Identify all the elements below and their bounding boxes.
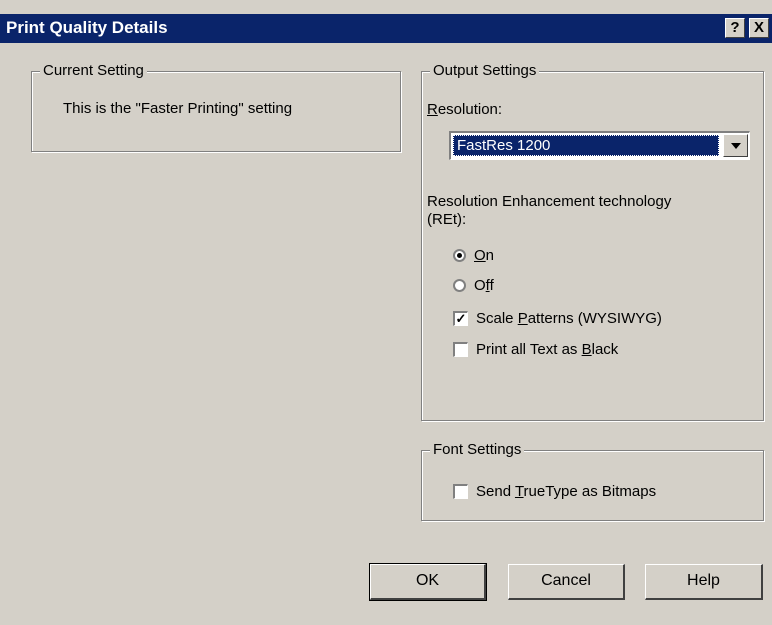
- scale-patterns-pre: Scale: [476, 310, 518, 327]
- output-settings-group: Output Settings: [421, 62, 764, 421]
- ret-on-accel: O: [474, 247, 486, 264]
- send-truetype-rest: rueType as Bitmaps: [523, 483, 657, 500]
- print-black-rest: lack: [591, 341, 619, 358]
- resolution-label-accel: R: [427, 101, 438, 118]
- send-truetype-pre: Send: [476, 483, 515, 500]
- ret-off-radio[interactable]: [453, 279, 466, 292]
- print-black-accel: B: [581, 341, 592, 358]
- ret-label-line2: (REt):: [427, 211, 467, 228]
- resolution-label-rest: esolution:: [437, 101, 503, 118]
- current-setting-group: Current Setting This is the "Faster Prin…: [31, 62, 401, 152]
- print-black-pre: Print all Text as: [476, 341, 582, 358]
- ret-label-line1: Resolution Enhancement technology: [427, 193, 672, 210]
- ok-button[interactable]: OK: [369, 563, 487, 601]
- ret-on-radio[interactable]: [453, 249, 466, 262]
- ret-on-label[interactable]: On: [474, 247, 494, 264]
- scale-patterns-rest: atterns (WYSIWYG): [527, 310, 662, 327]
- help-button[interactable]: Help: [645, 564, 763, 600]
- scale-patterns-accel: P: [517, 310, 528, 327]
- print-quality-dialog: Print Quality Details ? X Current Settin…: [0, 0, 772, 625]
- ret-off-label[interactable]: Off: [474, 277, 494, 294]
- current-setting-text: This is the "Faster Printing" setting: [63, 100, 293, 117]
- print-black-label[interactable]: Print all Text as Black: [476, 341, 618, 358]
- scale-patterns-label[interactable]: Scale Patterns (WYSIWYG): [476, 310, 662, 327]
- font-settings-legend: Font Settings: [430, 441, 525, 458]
- current-setting-legend: Current Setting: [40, 62, 147, 79]
- resolution-selected-value: FastRes 1200: [453, 135, 719, 156]
- send-truetype-label[interactable]: Send TrueType as Bitmaps: [476, 483, 656, 500]
- ret-off-pre: O: [474, 277, 486, 294]
- scale-patterns-checkbox[interactable]: ✓: [453, 311, 468, 326]
- print-black-checkbox[interactable]: [453, 342, 468, 357]
- resolution-label: Resolution:: [427, 101, 502, 118]
- cancel-button[interactable]: Cancel: [508, 564, 625, 600]
- window-title: Print Quality Details: [6, 18, 168, 37]
- close-title-button[interactable]: X: [749, 18, 769, 38]
- ret-on-rest: n: [485, 247, 495, 264]
- resolution-select[interactable]: FastRes 1200: [449, 131, 750, 160]
- send-truetype-checkbox[interactable]: [453, 484, 468, 499]
- ret-off-rest: f: [489, 277, 494, 294]
- output-settings-legend: Output Settings: [430, 62, 540, 79]
- chevron-down-icon[interactable]: [723, 134, 748, 157]
- help-title-button[interactable]: ?: [725, 18, 745, 38]
- title-bar: Print Quality Details ? X: [0, 14, 772, 43]
- send-truetype-accel: T: [514, 483, 524, 500]
